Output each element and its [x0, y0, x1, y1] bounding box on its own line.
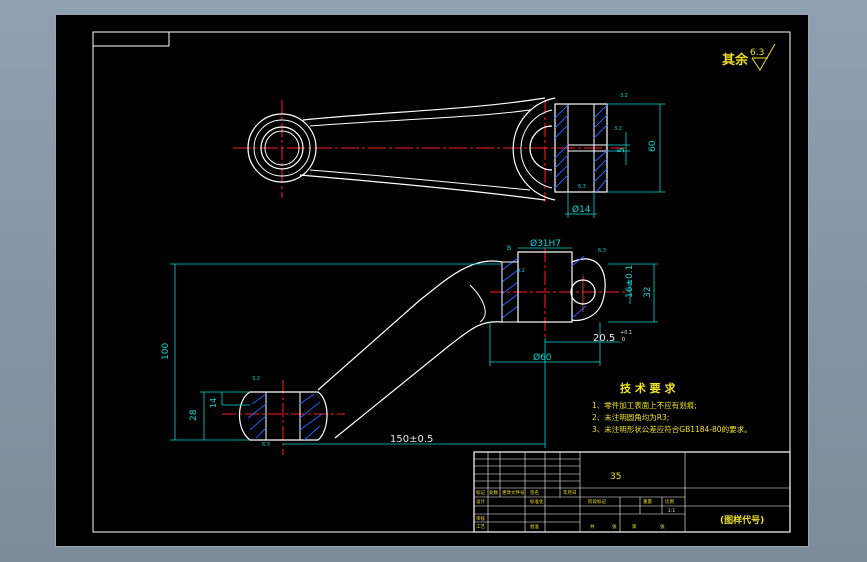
note-2: 2、未注明圆角均为R3;	[592, 412, 669, 422]
note-3: 3、未注明形状公差应符合GB1184-80的要求。	[592, 424, 752, 434]
label-signature: 签名	[530, 489, 539, 496]
front-arm-lower	[334, 321, 503, 439]
dim-bore-31h7: Ø31H7	[530, 238, 561, 249]
rough-top-2: 3.2	[614, 126, 622, 132]
scale-value: 1:1	[668, 508, 675, 514]
label-mark: 标记	[476, 489, 485, 496]
rough-top-3: 6.3	[578, 184, 586, 190]
dim-overall-100: 100	[161, 343, 171, 360]
front-arm-upper	[317, 260, 503, 391]
label-scale: 比例	[665, 498, 674, 505]
label-date: 年月日	[563, 489, 577, 496]
front-view: 100 28 14 150±0.5 Ø31H7 16±0.1 32 20.5 +…	[161, 238, 658, 455]
roughness-value: 6.3	[750, 48, 764, 58]
dim-height-60: 60	[648, 140, 658, 152]
note-1: 1、零件加工表面上不应有划痕;	[592, 400, 697, 410]
dim-offset-20-5: 20.5	[593, 333, 615, 344]
inner-border	[92, 31, 791, 533]
label-sheet: 张	[660, 523, 665, 530]
dim-center-150: 150±0.5	[390, 434, 433, 445]
rough-front-2: 6.3	[598, 248, 606, 254]
dim-dia-60: Ø60	[533, 352, 552, 363]
label-sheet-no: 第	[632, 523, 637, 530]
label-sheets: 张	[612, 523, 617, 530]
drawing-canvas: 其余 6.3 60 5 Ø14 3.2 3.2 6.3 100 28 14 15…	[92, 31, 791, 533]
dim-32: 32	[643, 287, 653, 298]
dim-offset-tol-lower: 0	[622, 337, 625, 343]
dim-boss-14: 14	[209, 398, 218, 408]
roughness-prefix: 其余	[722, 52, 749, 68]
cad-viewport[interactable]: { "sheet": { "background": "#000000", "f…	[0, 0, 867, 562]
drawing-code: (图样代号)	[720, 514, 764, 526]
general-roughness: 其余 6.3	[722, 43, 776, 71]
label-approve: 批准	[530, 523, 539, 530]
datum-b: B	[507, 245, 511, 252]
title-block: 35 (图样代号) 标记 处数 更改文件号 签名 年月日 设计 标准化 阶段标记…	[473, 451, 791, 533]
rough-top-1: 3.2	[620, 93, 628, 99]
front-hatch-left	[247, 393, 323, 441]
label-weight: 重量	[643, 498, 652, 505]
technical-notes: 技 术 要 求 1、零件加工表面上不应有划痕; 2、未注明圆角均为R3; 3、未…	[592, 381, 752, 434]
rough-front-3: 3.2	[252, 376, 260, 382]
material-code: 35	[610, 472, 621, 482]
label-count: 处数	[489, 489, 498, 496]
dim-slot-5: 5	[617, 147, 627, 153]
front-hatch-right	[501, 255, 587, 319]
label-design: 设计	[476, 498, 485, 505]
top-view: 60 5 Ø14 3.2 3.2 6.3	[233, 93, 665, 218]
label-stage: 阶段标记	[588, 498, 606, 505]
rough-front-4: 6.3	[262, 442, 270, 448]
label-process: 工艺	[476, 524, 485, 530]
corner-code-box	[92, 31, 170, 47]
dim-bore-14: Ø14	[572, 204, 591, 215]
arm-upper-edge	[302, 97, 546, 121]
rough-front-1: 3.2	[517, 268, 525, 274]
dim-offset-tol-upper: +0.1	[620, 330, 632, 336]
label-review: 审核	[476, 515, 485, 522]
dim-boss-28: 28	[189, 409, 199, 421]
label-total: 共	[590, 523, 595, 530]
dim-16: 16±0.1	[625, 265, 635, 298]
notes-title: 技 术 要 求	[620, 381, 676, 395]
label-change-doc: 更改文件号	[502, 489, 525, 496]
label-standard: 标准化	[530, 498, 544, 505]
